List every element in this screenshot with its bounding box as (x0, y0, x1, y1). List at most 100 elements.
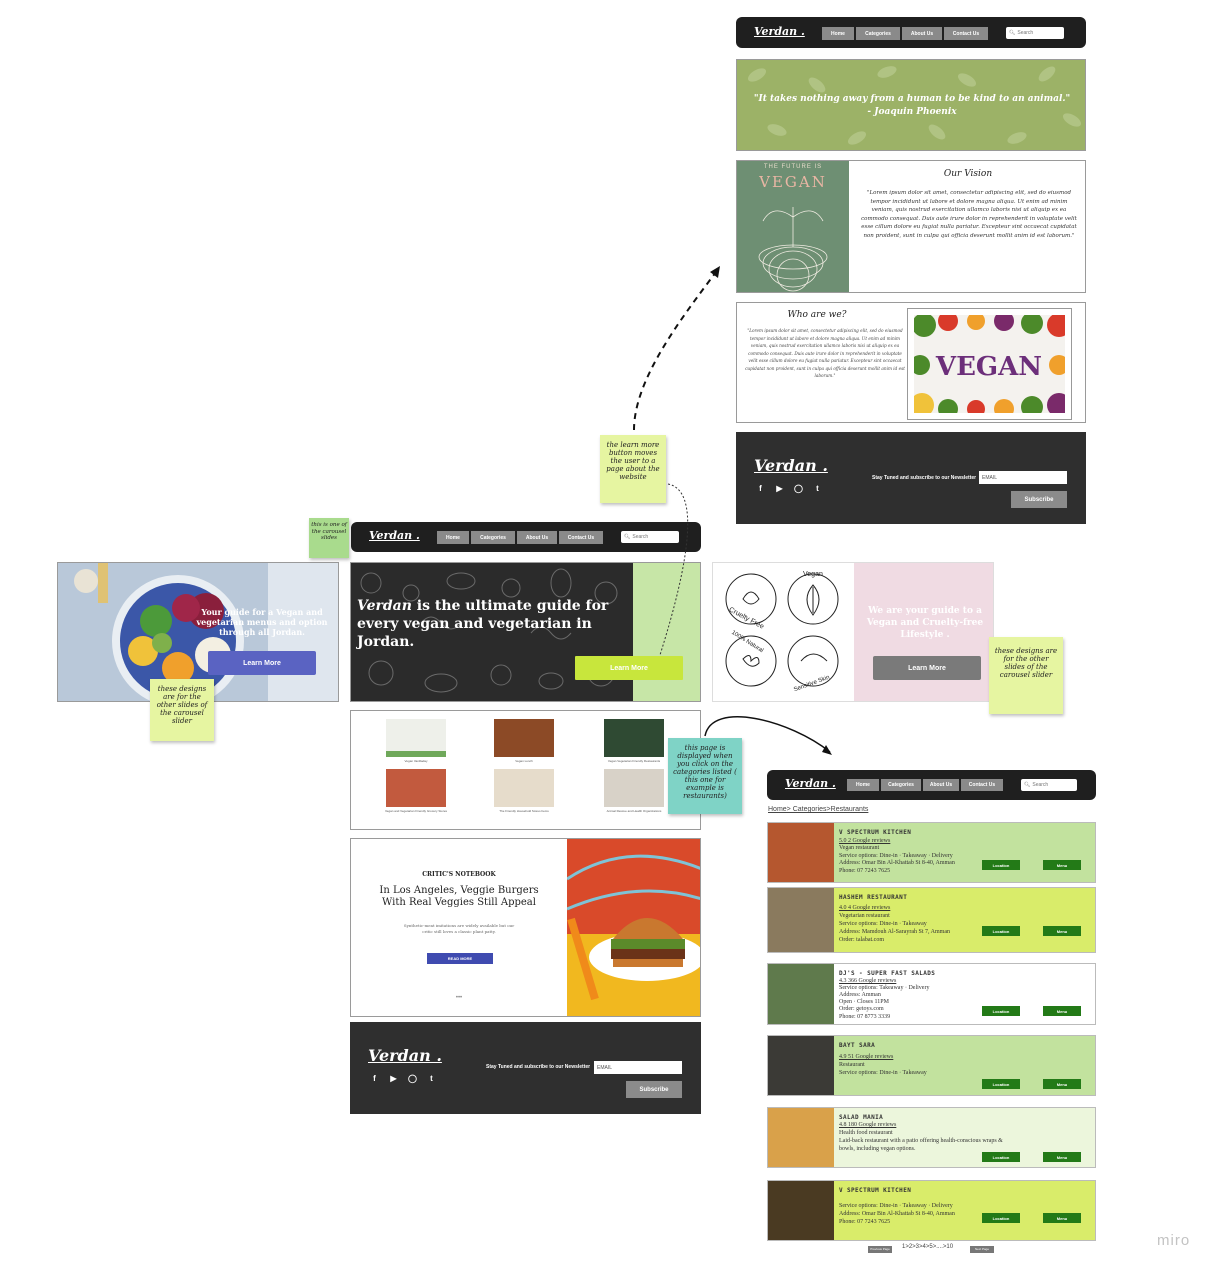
sticky-note-other-slides-right[interactable]: these designs are for the other slides o… (989, 637, 1063, 714)
quote-text: "It takes nothing away from a human to b… (753, 94, 1071, 104)
subscribe-button[interactable]: Subscribe (1011, 491, 1067, 508)
facebook-icon[interactable]: f (756, 484, 765, 493)
restaurant-row[interactable]: V SPECTRUM KITCHEN Service options: Dine… (767, 1180, 1096, 1241)
twitter-icon[interactable]: t (427, 1074, 436, 1083)
nav-contact[interactable]: Contact Us (944, 27, 988, 40)
page-numbers[interactable]: 1>2>3>4>5>....>10 (902, 1244, 953, 1250)
categories-grid: Vegan Vanilladay Vegan Lunch Vegan Veget… (350, 710, 701, 830)
youtube-icon[interactable]: ▶ (389, 1074, 398, 1083)
menu-button[interactable]: Menu (1043, 1006, 1081, 1016)
menu-button[interactable]: Menu (1043, 1213, 1081, 1223)
restaurants-navbar: Verdan . Home Categories About Us Contac… (767, 770, 1096, 800)
brand-logo[interactable]: Verdan . (754, 25, 805, 38)
category-item[interactable]: Vegan Lunch (489, 719, 559, 763)
restaurant-row[interactable]: HASHEM RESTAURANT 4.0 4 Google reviews V… (767, 887, 1096, 953)
search-icon: 🔍︎ (624, 534, 631, 540)
breadcrumb[interactable]: Home> Categories>Restaurants (768, 806, 868, 813)
prev-page-button[interactable]: Previous Page (868, 1246, 892, 1253)
restaurant-name: V SPECTRUM KITCHEN (839, 1187, 912, 1194)
learn-more-button-pink[interactable]: Learn More (873, 656, 981, 680)
instagram-icon[interactable]: ◯ (408, 1074, 417, 1083)
sticky-note-categories[interactable]: this page is displayed when you click on… (668, 738, 742, 814)
location-button[interactable]: Location (982, 1006, 1020, 1016)
nav-home[interactable]: Home (437, 531, 469, 544)
restaurant-row[interactable]: SALAD MANIA 4.8 180 Google reviews Healt… (767, 1107, 1096, 1168)
nav-home[interactable]: Home (847, 779, 879, 791)
arrowhead-restaurants (822, 745, 832, 755)
restaurant-name: BAYT SARA (839, 1042, 876, 1049)
nav-contact[interactable]: Contact Us (559, 531, 603, 544)
poster-top-text: THE FUTURE IS (763, 164, 823, 170)
nav-categories[interactable]: Categories (856, 27, 900, 40)
who-title: Who are we? (787, 310, 847, 320)
about-navbar: Verdan . Home Categories About Us Contac… (736, 17, 1086, 48)
category-item[interactable]: The Friendly Household Stores Items (489, 769, 559, 813)
subscribe-button[interactable]: Subscribe (626, 1081, 682, 1098)
sticky-note-carousel[interactable]: this is one of the carousel slides (309, 518, 349, 558)
who-text: "Lorem ipsum dolor sit amet, consectetur… (745, 328, 905, 378)
restaurant-name: DJ'S - SUPER FAST SALADS (839, 970, 936, 977)
menu-button[interactable]: Menu (1043, 1152, 1081, 1162)
location-button[interactable]: Location (982, 1079, 1020, 1089)
sticky-note-learn-more[interactable]: the learn more button moves the user to … (600, 435, 666, 503)
menu-button[interactable]: Menu (1043, 1079, 1081, 1089)
category-image (494, 769, 554, 807)
lime-side-panel (633, 563, 700, 701)
learn-more-button-blue[interactable]: Learn More (208, 651, 316, 675)
location-button[interactable]: Location (982, 1213, 1020, 1223)
restaurant-image (768, 1181, 834, 1240)
restaurant-row[interactable]: BAYT SARA 4.9 51 Google reviews Restaura… (767, 1035, 1096, 1096)
carousel-slide-badges: Cruelty Free Vegan 100% Natural Sensitiv… (712, 562, 994, 702)
nav-about[interactable]: About Us (923, 779, 959, 791)
restaurant-image (768, 1036, 834, 1095)
vegan-veggie-word: VEGAN (935, 352, 1042, 382)
email-field[interactable]: EMAIL (979, 471, 1067, 484)
footer-brand-logo[interactable]: Verdan . (754, 456, 828, 475)
footer-brand-logo[interactable]: Verdan . (368, 1046, 442, 1065)
nav-categories[interactable]: Categories (471, 531, 515, 544)
restaurant-row[interactable]: DJ'S - SUPER FAST SALADS 4.3 366 Google … (767, 963, 1096, 1025)
youtube-icon[interactable]: ▶ (775, 484, 784, 493)
location-button[interactable]: Location (982, 1152, 1020, 1162)
menu-button[interactable]: Menu (1043, 926, 1081, 936)
category-item[interactable]: Vegan and Vegetarian Friendly Grocery St… (381, 769, 451, 813)
vegan-poster: THE FUTURE IS VEGAN (737, 161, 849, 292)
category-image (604, 769, 664, 807)
nav-categories[interactable]: Categories (881, 779, 921, 791)
search-input[interactable]: 🔍︎ Search (1006, 27, 1064, 39)
dashed-arrow-to-about (633, 271, 717, 431)
instagram-icon[interactable]: ◯ (794, 484, 803, 493)
twitter-icon[interactable]: t (813, 484, 822, 493)
restaurant-image (768, 823, 834, 882)
category-item[interactable]: Animal Rescue and Health Organizations (599, 769, 669, 813)
brand-logo[interactable]: Verdan . (785, 777, 836, 790)
nav-home[interactable]: Home (822, 27, 854, 40)
carousel-dots[interactable]: ••• (351, 995, 567, 1001)
sticky-note-other-slides-left[interactable]: these designs are for the other slides o… (150, 679, 214, 741)
facebook-icon[interactable]: f (370, 1074, 379, 1083)
about-footer: Verdan . f ▶ ◯ t Stay Tuned and subscrib… (736, 432, 1086, 524)
article-blurb: Synthetic-meat imitations are widely ava… (403, 923, 515, 934)
who-section: Who are we? "Lorem ipsum dolor sit amet,… (736, 302, 1086, 423)
category-item[interactable]: Vegan Vegetarian Friendly Restaurants (599, 719, 669, 763)
email-field[interactable]: EMAIL (594, 1061, 682, 1074)
restaurant-row[interactable]: V SPECTRUM KITCHEN 5.0 2 Google reviews … (767, 822, 1096, 883)
restaurant-image (768, 888, 834, 952)
carousel-slide-main: Verdan is the ultimate guide for every v… (350, 562, 701, 702)
next-page-button[interactable]: Next Page (970, 1246, 994, 1253)
search-input[interactable]: 🔍︎ Search (1021, 779, 1077, 791)
home-footer: Verdan . f ▶ ◯ t Stay Tuned and subscrib… (350, 1022, 701, 1114)
brand-logo[interactable]: Verdan . (369, 529, 420, 542)
nav-about[interactable]: About Us (517, 531, 557, 544)
article-kicker: CRITIC'S NOTEBOOK (422, 871, 496, 878)
veggies-picture: VEGAN (910, 311, 1071, 419)
location-button[interactable]: Location (982, 860, 1020, 870)
category-item[interactable]: Vegan Vanilladay (381, 719, 451, 763)
nav-contact[interactable]: Contact Us (961, 779, 1003, 791)
location-button[interactable]: Location (982, 926, 1020, 936)
menu-button[interactable]: Menu (1043, 860, 1081, 870)
read-more-button[interactable]: READ MORE (427, 953, 493, 964)
nav-about[interactable]: About Us (902, 27, 942, 40)
learn-more-button-main[interactable]: Learn More (575, 656, 683, 680)
search-input[interactable]: 🔍︎ Search (621, 531, 679, 543)
